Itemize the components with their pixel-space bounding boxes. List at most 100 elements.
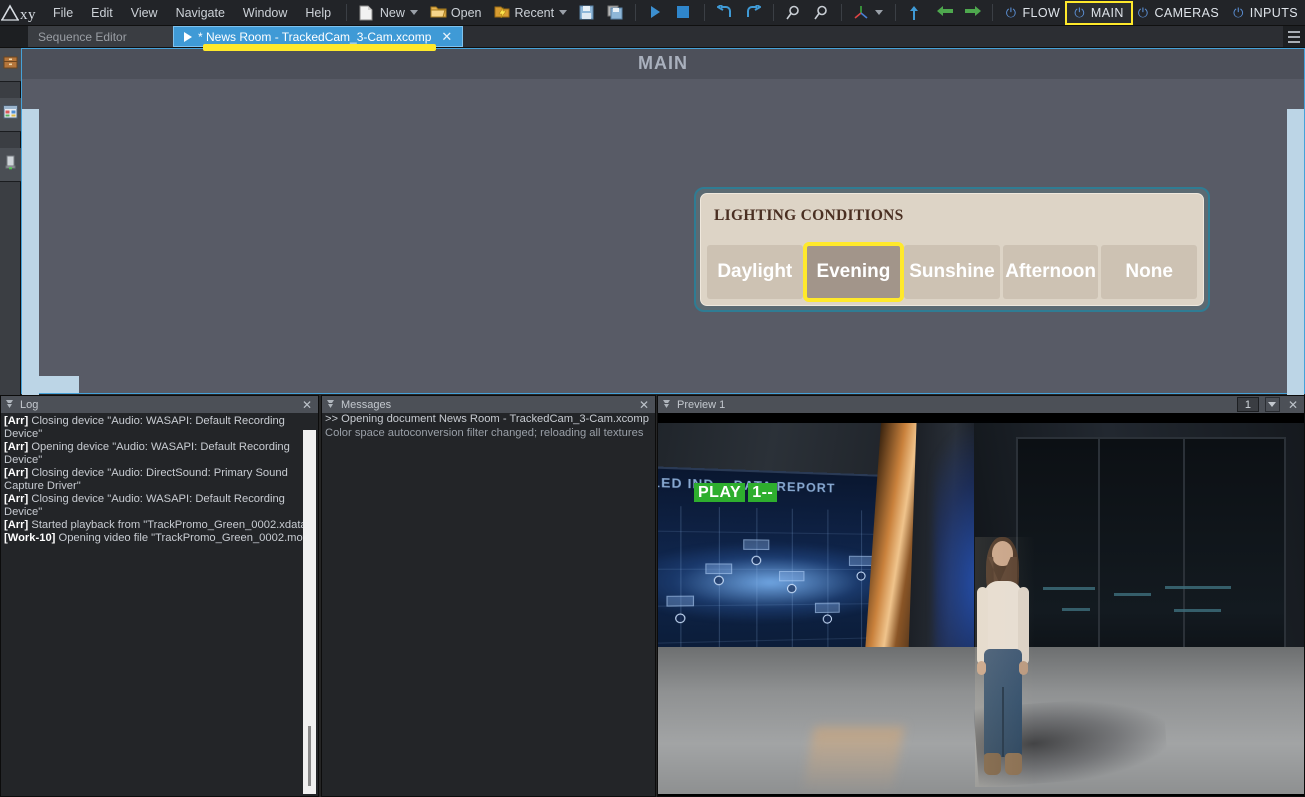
toolbar-separator [346, 4, 347, 21]
recent-icon [494, 5, 510, 21]
toolbar-recent-button[interactable]: Recent [488, 2, 574, 24]
toolbar-redo-button[interactable] [739, 2, 767, 24]
toolbar-save-all-button[interactable] [601, 2, 629, 24]
lighting-button-evening[interactable]: Evening [802, 242, 905, 302]
lighting-button-none-label: None [1125, 261, 1173, 282]
menu-navigate[interactable]: Navigate [167, 2, 234, 24]
left-tool-rail [0, 48, 21, 397]
canvas-surface[interactable]: LIGHTING CONDITIONS Daylight Evening Sun… [22, 79, 1304, 425]
log-list: [Arr] Closing device "Audio: WASAPI: Def… [1, 413, 318, 545]
toolbar-separator [841, 4, 843, 21]
toolbar-save-button[interactable] [573, 2, 601, 24]
arrow-left-icon [936, 5, 954, 21]
log-panel: Log ✕ [Arr] Closing device "Audio: WASAP… [0, 395, 319, 797]
toolbar-cursor-up-button[interactable] [902, 2, 930, 24]
mode-button-inputs[interactable]: ⏻ INPUTS [1226, 3, 1305, 23]
lighting-button-daylight-label: Daylight [717, 261, 793, 282]
lighting-conditions-inner: LIGHTING CONDITIONS Daylight Evening Sun… [700, 193, 1204, 306]
close-icon[interactable]: ✕ [441, 29, 452, 45]
canvas-scrollbar-right[interactable] [1287, 109, 1304, 425]
log-panel-body[interactable]: [Arr] Closing device "Audio: WASAPI: Def… [1, 413, 318, 796]
menu-window[interactable]: Window [234, 2, 296, 24]
list-item: [Arr] Opening device "Audio: WASAPI: Def… [4, 441, 315, 467]
toolbar-zoom-in-button[interactable] [779, 2, 807, 24]
mode-button-main[interactable]: ⏻ MAIN [1065, 0, 1133, 25]
lighting-button-sunshine[interactable]: Sunshine [904, 245, 1000, 299]
messages-panel: Messages ✕ >> Opening document News Room… [321, 395, 656, 797]
play-overlay-label: PLAY [694, 483, 746, 502]
save-all-icon [607, 5, 623, 21]
rail-gap [0, 82, 20, 98]
tab-news-room-label: * News Room - TrackedCam_3-Cam.xcomp [198, 29, 432, 44]
power-icon: ⏻ [1233, 5, 1244, 20]
letterbox-bottom [658, 794, 1304, 796]
lighting-button-afternoon[interactable]: Afternoon [1002, 245, 1099, 299]
preview-panel-title: Preview 1 [677, 398, 726, 411]
lighting-button-daylight[interactable]: Daylight [707, 245, 803, 299]
tab-sequence-editor[interactable]: Sequence Editor [28, 26, 173, 47]
power-icon: ⏻ [1005, 5, 1017, 20]
power-icon: ⏻ [1074, 5, 1085, 20]
log-text: Closing device "Audio: DirectSound: Prim… [4, 467, 288, 492]
mode-label-main: MAIN [1090, 5, 1124, 20]
menu-edit[interactable]: Edit [82, 2, 122, 24]
lighting-button-evening-label: Evening [816, 261, 891, 282]
rail-button-device[interactable] [0, 148, 21, 182]
log-text: Opening device "Audio: WASAPI: Default R… [4, 441, 290, 466]
messages-panel-title: Messages [341, 398, 392, 411]
menu-help[interactable]: Help [296, 2, 340, 24]
hamburger-line [1288, 40, 1300, 43]
preview-index-field[interactable]: 1 [1236, 397, 1259, 412]
lighting-button-none[interactable]: None [1101, 245, 1197, 299]
tab-highlight-marker [203, 44, 436, 51]
log-scrollbar-thumb[interactable] [308, 726, 311, 786]
rail-button-assets[interactable] [0, 48, 21, 82]
stop-icon [676, 5, 692, 21]
preview-panel-body[interactable]: LED IND... DATA REPORT PLAY 1-- [658, 413, 1304, 796]
window-city-lights [1034, 574, 1268, 638]
close-icon[interactable]: ✕ [300, 399, 314, 411]
chevron-down-icon[interactable] [875, 10, 884, 15]
messages-panel-body[interactable]: >> Opening document News Room - TrackedC… [322, 413, 655, 796]
toolbar-undo-button[interactable] [711, 2, 739, 24]
log-panel-title: Log [20, 398, 39, 411]
presenter-key-light [975, 537, 1035, 787]
toolbar-open-button[interactable]: Open [424, 2, 488, 24]
arrow-right-icon [964, 5, 982, 21]
toolbar-prev-button[interactable] [930, 2, 958, 24]
pin-icon[interactable] [326, 399, 335, 410]
lighting-conditions-panel: LIGHTING CONDITIONS Daylight Evening Sun… [694, 187, 1210, 312]
document-tabbar: Sequence Editor * News Room - TrackedCam… [0, 26, 1305, 48]
menu-view[interactable]: View [122, 2, 167, 24]
toolbar-play-button[interactable] [642, 2, 670, 24]
assets-drawer-icon [3, 55, 18, 75]
canvas-scrollbar-left[interactable] [22, 109, 39, 425]
canvas-scrollbar-horizontal[interactable] [39, 376, 79, 393]
chevron-down-icon[interactable] [409, 10, 418, 15]
play-icon [648, 5, 664, 21]
toolbar-separator [992, 4, 993, 21]
pin-icon[interactable] [5, 399, 14, 410]
preview-video-frame[interactable]: LED IND... DATA REPORT PLAY 1-- [658, 413, 1304, 796]
toolbar-zoom-out-button[interactable] [807, 2, 835, 24]
toolbar-axis-button[interactable] [848, 2, 889, 24]
play-overlay-counter: 1-- [748, 483, 778, 502]
zoom-in-icon [785, 5, 801, 21]
mode-button-flow[interactable]: ⏻ FLOW [999, 3, 1067, 23]
toolbar-next-button[interactable] [958, 2, 986, 24]
log-tag: [Arr] [4, 441, 29, 453]
mode-button-cameras[interactable]: ⏻ CAMERAS [1131, 3, 1226, 23]
toolbar-stop-button[interactable] [670, 2, 698, 24]
close-icon[interactable]: ✕ [637, 399, 651, 411]
play-icon [184, 31, 192, 42]
hamburger-menu-icon[interactable] [1283, 26, 1305, 47]
toolbar-new-button[interactable]: New [353, 2, 424, 24]
axis-gizmo-icon [854, 5, 870, 21]
close-icon[interactable]: ✕ [1286, 399, 1300, 411]
pin-icon[interactable] [662, 399, 671, 410]
menu-file[interactable]: File [44, 2, 82, 24]
mode-label-flow: FLOW [1022, 5, 1061, 20]
rail-button-layout[interactable] [0, 98, 21, 132]
chevron-down-icon[interactable] [559, 10, 568, 15]
chevron-down-icon[interactable] [1264, 397, 1280, 412]
